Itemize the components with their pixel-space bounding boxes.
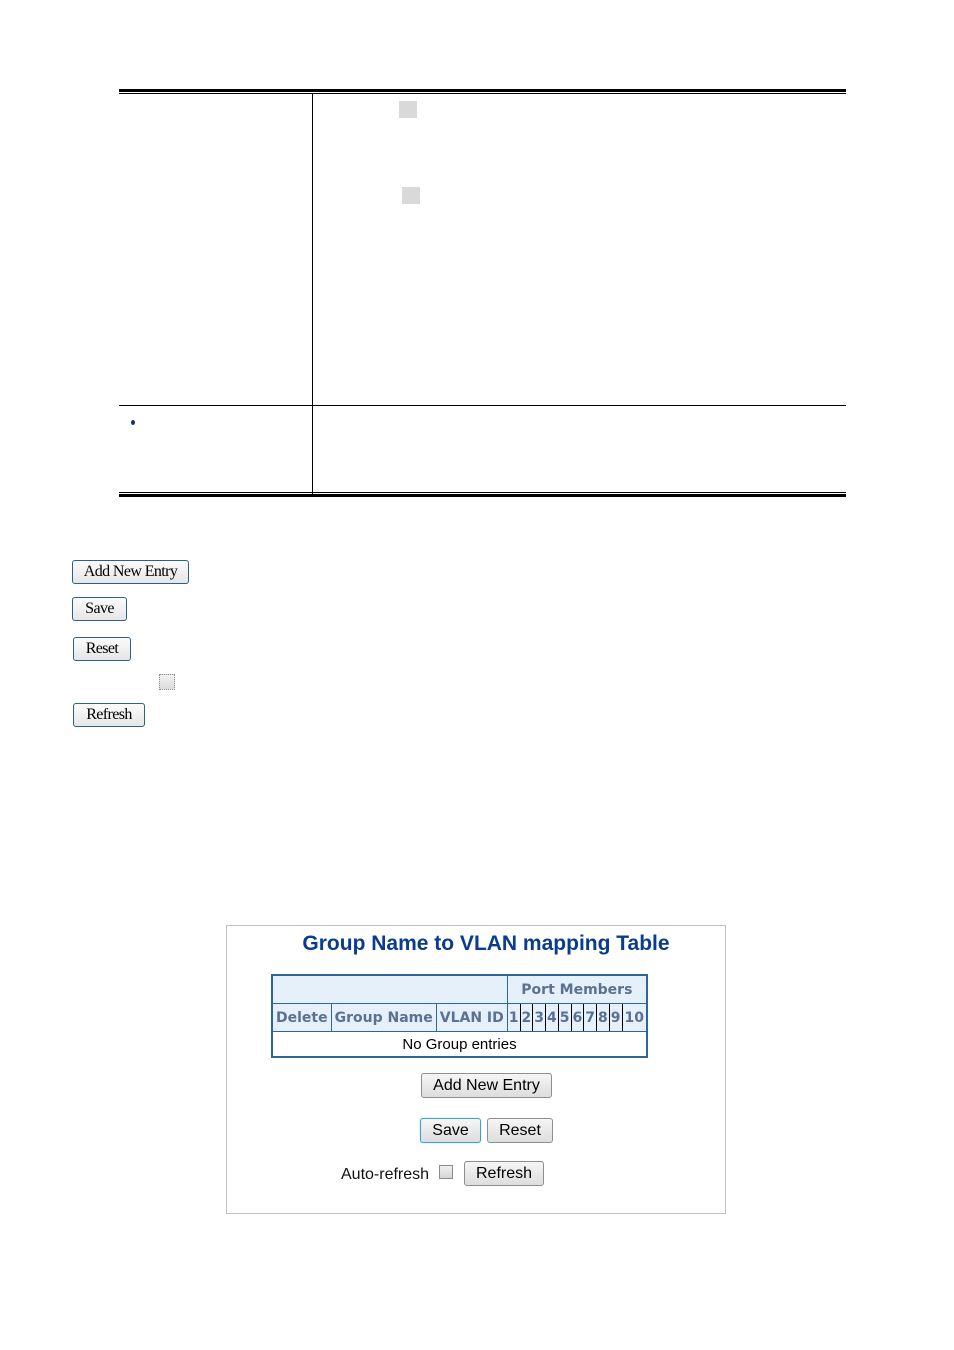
group-vlan-mapping-table: Port Members Delete Group Name VLAN ID 1… [271, 974, 648, 1058]
column-header-port: 5 [557, 1003, 572, 1032]
bullet-icon [131, 420, 135, 425]
column-header-port: 6 [570, 1003, 585, 1032]
port-members-header: Port Members [506, 974, 648, 1004]
parameter-table [119, 89, 846, 498]
reset-button-reference[interactable]: Reset [73, 637, 131, 661]
save-button[interactable]: Save [420, 1118, 481, 1143]
auto-refresh-label: Auto-refresh [341, 1166, 430, 1183]
refresh-button[interactable]: Refresh [464, 1161, 544, 1186]
table-top-rule-thin [119, 93, 846, 94]
auto-refresh-checkbox[interactable] [439, 1165, 453, 1179]
add-new-entry-button[interactable]: Add New Entry [421, 1073, 552, 1098]
reset-button[interactable]: Reset [487, 1118, 553, 1143]
column-divider [312, 94, 313, 494]
parameter-key-placeholder [402, 187, 420, 204]
table-row: No Group entries [272, 1031, 647, 1057]
column-header-group-name: Group Name [330, 1003, 437, 1032]
save-button-reference[interactable]: Save [72, 597, 127, 621]
table-group-header-row: Port Members [271, 974, 648, 1004]
table-bottom-rule-thin [119, 492, 846, 493]
column-header-port: 1 [506, 1003, 521, 1032]
table-header-row: Delete Group Name VLAN ID 1 2 3 4 5 6 7 … [271, 1003, 648, 1032]
vlan-mapping-screenshot: Group Name to VLAN mapping Table Port Me… [226, 925, 726, 1214]
parameter-key-placeholder [399, 101, 417, 118]
empty-table-message: No Group entries [272, 1031, 647, 1057]
column-header-delete: Delete [271, 1003, 332, 1032]
column-header-port: 8 [596, 1003, 610, 1032]
column-header-port: 10 [621, 1003, 648, 1032]
table-top-rule [119, 89, 846, 92]
column-header-port: 4 [545, 1003, 559, 1032]
auto-refresh-checkbox-reference[interactable] [159, 674, 175, 690]
column-header-vlan-id: VLAN ID [435, 1003, 508, 1032]
column-header-port: 3 [532, 1003, 546, 1032]
column-header-port: 2 [519, 1003, 534, 1032]
page-title: Group Name to VLAN mapping Table [302, 932, 670, 955]
add-new-entry-button-reference[interactable]: Add New Entry [72, 560, 189, 584]
column-header-port: 9 [608, 1003, 623, 1032]
table-bottom-rule [119, 494, 846, 497]
column-header-port: 7 [583, 1003, 597, 1032]
refresh-button-reference[interactable]: Refresh [73, 703, 145, 727]
header-spacer [271, 974, 508, 1004]
row-divider [119, 405, 846, 406]
